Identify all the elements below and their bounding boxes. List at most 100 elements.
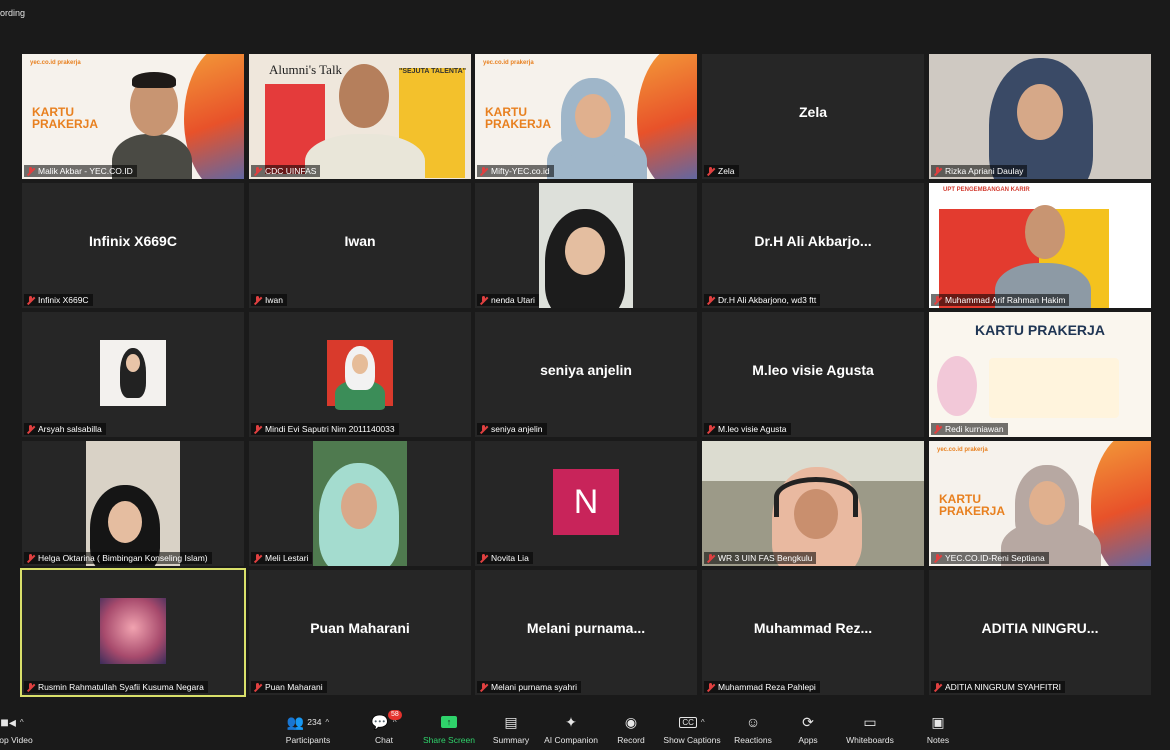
participant-name-label: Novita Lia [477,552,533,564]
person-face [1017,84,1063,140]
participant-display-name: ADITIA NINGRU... [981,620,1099,636]
participant-name-label: Puan Maharani [251,681,327,693]
participant-display-name: Muhammad Rez... [753,620,873,636]
participant-name: Arsyah salsabilla [38,424,102,434]
participant-tile[interactable]: Alumni's Talk "SEJUTA TALENTA" CDC UINFAS [249,54,471,179]
participant-name: Infinix X669C [38,295,89,305]
video-camera-icon: ■◂ [0,713,16,730]
poster-title: KARTU PRAKERJA [975,322,1105,338]
meeting-toolbar: ■◂^ Stop Video 👥234^ Participants 💬58^ C… [0,706,1170,750]
person-face [108,501,142,543]
participant-tile[interactable]: Iwan Iwan [249,183,471,308]
participant-name-label: seniya anjelin [477,423,547,435]
participant-name-label: WR 3 UIN FAS Bengkulu [704,552,817,564]
participant-name-label: nenda Utari [477,294,539,306]
participant-name-label: Helga Oktarina ( Bimbingan Konseling Isl… [24,552,212,564]
mic-muted-icon [26,682,35,692]
participant-name-label: Melani purnama syahri [477,681,581,693]
participant-name: Iwan [265,295,283,305]
chat-unread-badge: 58 [388,710,402,720]
participant-tile[interactable]: Helga Oktarina ( Bimbingan Konseling Isl… [22,441,244,566]
participant-display-name: seniya anjelin [540,362,632,378]
participants-button[interactable]: 👥 234 ^ Participants [268,712,348,746]
participant-name: seniya anjelin [491,424,543,434]
stop-video-button[interactable]: ■◂^ Stop Video [0,712,52,746]
mic-muted-icon [253,295,262,305]
video-gallery: yec.co.id prakerja KARTU PRAKERJA Malik Ak… [20,54,1152,699]
person-face [575,94,611,138]
participant-avatar-initial: N [553,469,619,535]
participant-tile[interactable]: Dr.H Ali Akbarjo... Dr.H Ali Akbarjono, w… [702,183,924,308]
poster-title: Alumni's Talk [269,62,343,77]
video-options-caret-icon[interactable]: ^ [20,718,24,727]
participant-display-name: Melani purnama... [526,620,646,636]
participant-name-label: Zela [704,165,739,177]
captions-options-caret-icon[interactable]: ^ [701,718,705,727]
participant-name: Rizka Apriani Daulay [945,166,1024,176]
banner-title: UPT PENGEMBANGAN KARIR [943,187,1030,193]
slide-title: KARTU PRAKERJA [32,105,99,131]
participant-video [22,570,244,695]
poster-info-box [989,358,1119,418]
participant-name-label: Meli Lestari [251,552,313,564]
share-screen-icon: ↑ [441,716,457,728]
participant-tile[interactable]: yec.co.id prakerja KARTU PRAKERJA Mifty-YE… [475,54,697,179]
participant-name: CDC UINFAS [265,166,317,176]
participant-name: Meli Lestari [265,553,309,563]
participant-tile[interactable]: Muhammad Rez... Muhammad Reza Pahlepi [702,570,924,695]
mic-muted-icon [26,166,35,176]
participant-tile[interactable]: Rizka Apriani Daulay [929,54,1151,179]
participant-tile[interactable]: ADITIA NINGRU... ADITIA NINGRUM SYAHFITRI [929,570,1151,695]
person-face [565,227,605,275]
participant-name: Melani purnama syahri [491,682,577,692]
participant-name: Puan Maharani [265,682,323,692]
recording-indicator: ording [0,8,26,18]
mic-muted-icon [253,682,262,692]
participant-video [249,312,471,437]
participant-name: YEC.CO.ID-Reni Septiana [945,553,1045,563]
participant-name: Muhammad Reza Pahlepi [718,682,816,692]
participant-tile[interactable]: nenda Utari [475,183,697,308]
participant-video: yec.co.id prakerja KARTU PRAKERJA [22,54,244,179]
participant-tile[interactable]: Infinix X669C Infinix X669C [22,183,244,308]
mic-muted-icon [706,166,715,176]
participant-tile[interactable]: N Novita Lia [475,441,697,566]
participant-display-name: M.leo visie Agusta [752,362,874,378]
participant-video [22,312,244,437]
participant-name-label: Malik Akbar - YEC.CO.ID [24,165,137,177]
participant-name: Dr.H Ali Akbarjono, wd3 ftt [718,295,817,305]
participant-name: WR 3 UIN FAS Bengkulu [718,553,813,563]
slide-logo: yec.co.id prakerja [483,60,534,66]
slide-logo: yec.co.id prakerja [30,60,81,66]
participant-name: M.leo visie Agusta [718,424,787,434]
notes-button[interactable]: ▣ Notes [898,712,978,746]
participant-tile[interactable]: Melani purnama... Melani purnama syahri [475,570,697,695]
participant-tile[interactable]: Rusmin Rahmatullah Syafii Kusuma Negara [20,568,246,697]
participant-tile[interactable]: Puan Maharani Puan Maharani [249,570,471,695]
mic-muted-icon [933,166,942,176]
participants-icon: 👥 [286,713,305,730]
mic-muted-icon [253,424,262,434]
participant-tile[interactable]: yec.co.id prakerja KARTU PRAKERJA Malik Ak… [22,54,244,179]
participant-tile[interactable]: Arsyah salsabilla [22,312,244,437]
mic-muted-icon [706,295,715,305]
chat-icon: 💬 [371,713,389,730]
participant-name-label: M.leo visie Agusta [704,423,791,435]
participant-name: Zela [718,166,735,176]
sparkle-icon: ✦ [565,713,577,730]
participant-tile[interactable]: Zela Zela [702,54,924,179]
participant-tile[interactable]: M.leo visie Agusta M.leo visie Agusta [702,312,924,437]
participant-tile[interactable]: WR 3 UIN FAS Bengkulu [702,441,924,566]
participant-tile[interactable]: KARTU PRAKERJA Redi kurniawan [929,312,1151,437]
participant-name: Mifty-YEC.co.id [491,166,550,176]
participant-video [22,441,244,566]
poster-badge: "SEJUTA TALENTA" [399,68,467,75]
participant-tile[interactable]: Meli Lestari [249,441,471,566]
participant-tile[interactable]: Mindi Evi Saputri Nim 2011140033 [249,312,471,437]
participant-name: Mindi Evi Saputri Nim 2011140033 [265,424,395,434]
participant-tile[interactable]: yec.co.id prakerja KARTU PRAKERJA YEC.CO.I… [929,441,1151,566]
participant-tile[interactable]: seniya anjelin seniya anjelin [475,312,697,437]
participants-options-caret-icon[interactable]: ^ [325,718,329,727]
participant-tile[interactable]: UPT PENGEMBANGAN KARIR Muhammad Arif Rahm… [929,183,1151,308]
mic-muted-icon [26,424,35,434]
